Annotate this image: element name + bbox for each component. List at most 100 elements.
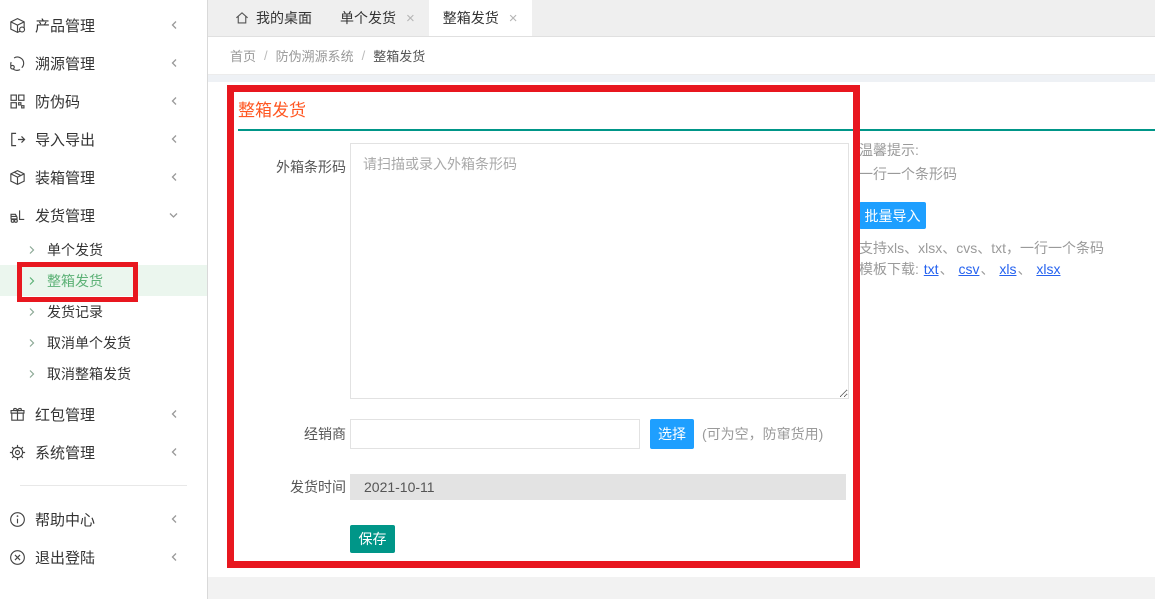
close-icon[interactable]: × [406,10,415,27]
template-link-xlsx[interactable]: xlsx [1036,261,1060,277]
sidebar-subitem-cancel-single-ship[interactable]: 取消单个发货 [0,327,207,358]
template-link-csv[interactable]: csv [958,261,979,277]
sidebar-subitem-label: 发货记录 [47,302,103,322]
sidebar-subitem-single-ship[interactable]: 单个发货 [0,234,207,265]
chevron-left-icon [169,551,179,563]
sidebar-item-product-management[interactable]: 产品管理 [0,6,207,44]
sidebar-subitem-label: 取消整箱发货 [47,364,131,384]
tab-strip: 我的桌面 单个发货 × 整箱发货 × [208,0,1155,37]
save-button[interactable]: 保存 [350,525,395,553]
box-icon [7,167,27,187]
sidebar-item-label: 装箱管理 [35,167,169,188]
logout-icon [7,547,27,567]
tab-single-ship[interactable]: 单个发货 × [326,0,429,36]
breadcrumb-separator: / [362,48,366,63]
qrcode-icon [7,91,27,111]
ship-date-label: 发货时间 [238,477,346,497]
sidebar-item-label: 发货管理 [35,205,167,226]
sidebar-divider [20,485,187,486]
breadcrumb-separator: / [264,48,268,63]
sidebar-item-packing-management[interactable]: 装箱管理 [0,158,207,196]
dealer-label: 经销商 [238,424,346,444]
chevron-left-icon [169,57,179,69]
close-icon[interactable]: × [509,10,518,27]
dealer-note: (可为空，防窜货用) [702,424,823,444]
breadcrumb-current: 整箱发货 [373,46,425,65]
tab-label: 我的桌面 [256,8,312,28]
dealer-input[interactable] [350,419,640,449]
chevron-left-icon [169,171,179,183]
template-link-txt[interactable]: txt [924,261,939,277]
tips-support: 支持xls、xlsx、cvs、txt，一行一个条码 [859,238,1149,259]
choose-dealer-button[interactable]: 选择 [650,419,694,449]
sidebar-subitem-label: 单个发货 [47,240,103,260]
tab-box-ship[interactable]: 整箱发货 × [429,0,532,36]
shipping-submenu: 单个发货 整箱发货 发货记录 取消单个发货 取消整箱发货 [0,234,207,389]
sidebar-item-anticounterfeit-code[interactable]: 防伪码 [0,82,207,120]
sidebar-item-label: 帮助中心 [35,509,169,530]
sidebar-item-label: 红包管理 [35,404,169,425]
sidebar-item-trace-management[interactable]: 溯源管理 [0,44,207,82]
template-link-xls[interactable]: xls [999,261,1016,277]
ship-date-row: 发货时间 [238,474,1155,500]
sidebar-item-import-export[interactable]: 导入导出 [0,120,207,158]
barcode-label: 外箱条形码 [238,143,346,399]
sidebar-item-logout[interactable]: 退出登陆 [0,538,207,576]
dealer-row: 经销商 选择 (可为空，防窜货用) [238,418,1155,450]
sidebar-item-help-center[interactable]: 帮助中心 [0,500,207,538]
sidebar-subitem-cancel-box-ship[interactable]: 取消整箱发货 [0,358,207,389]
ship-date-input[interactable] [350,474,846,500]
gift-icon [7,404,27,424]
arrow-right-icon [27,368,37,380]
import-export-icon [7,129,27,149]
forklift-icon [7,205,27,225]
package-icon [7,15,27,35]
template-download-line: 模板下载: txt、 csv、 xls、 xlsx [859,259,1149,280]
chevron-left-icon [169,408,179,420]
breadcrumb-home[interactable]: 首页 [230,46,256,65]
footer-strip [208,577,1155,599]
tips-panel: 温馨提示: 一行一个条形码 批量导入 支持xls、xlsx、cvs、txt，一行… [859,138,1149,280]
sidebar-subitem-box-ship[interactable]: 整箱发货 [0,265,207,296]
info-icon [7,509,27,529]
sidebar-subitem-label: 整箱发货 [47,271,103,291]
link-separator: 、 [980,261,994,277]
home-icon [234,10,250,26]
tab-my-desktop[interactable]: 我的桌面 [220,0,326,36]
sidebar-subitem-ship-records[interactable]: 发货记录 [0,296,207,327]
arrow-right-icon [27,275,37,287]
link-separator: 、 [1017,261,1031,277]
save-row-spacer [238,525,346,553]
arrow-right-icon [27,337,37,349]
chevron-left-icon [169,513,179,525]
barcode-textarea[interactable] [350,143,849,399]
sidebar-item-label: 防伪码 [35,91,169,112]
content-gap-strip [208,75,1155,82]
batch-import-button[interactable]: 批量导入 [859,202,926,229]
chevron-left-icon [169,95,179,107]
chevron-left-icon [169,446,179,458]
breadcrumb: 首页 / 防伪溯源系统 / 整箱发货 [208,37,1155,75]
sidebar-item-label: 导入导出 [35,129,169,150]
gear-icon [7,442,27,462]
chevron-down-icon [167,210,179,220]
arrow-right-icon [27,244,37,256]
tips-title: 温馨提示: [859,138,1149,162]
tab-label: 单个发货 [340,8,396,28]
tips-line1: 一行一个条形码 [859,162,1149,186]
breadcrumb-system[interactable]: 防伪溯源系统 [276,46,354,65]
sidebar-item-label: 退出登陆 [35,547,169,568]
link-separator: 、 [940,261,954,277]
sidebar-item-shipping-management[interactable]: 发货管理 [0,196,207,234]
sidebar-item-redpacket-management[interactable]: 红包管理 [0,395,207,433]
sidebar-item-label: 溯源管理 [35,53,169,74]
trace-icon [7,53,27,73]
chevron-left-icon [169,19,179,31]
save-row: 保存 [238,525,1155,553]
page-title: 整箱发货 [238,96,1155,121]
sidebar-item-system-management[interactable]: 系统管理 [0,433,207,471]
sidebar-subitem-label: 取消单个发货 [47,333,131,353]
template-download-label: 模板下载: [859,261,919,277]
tab-label: 整箱发货 [443,8,499,28]
arrow-right-icon [27,306,37,318]
